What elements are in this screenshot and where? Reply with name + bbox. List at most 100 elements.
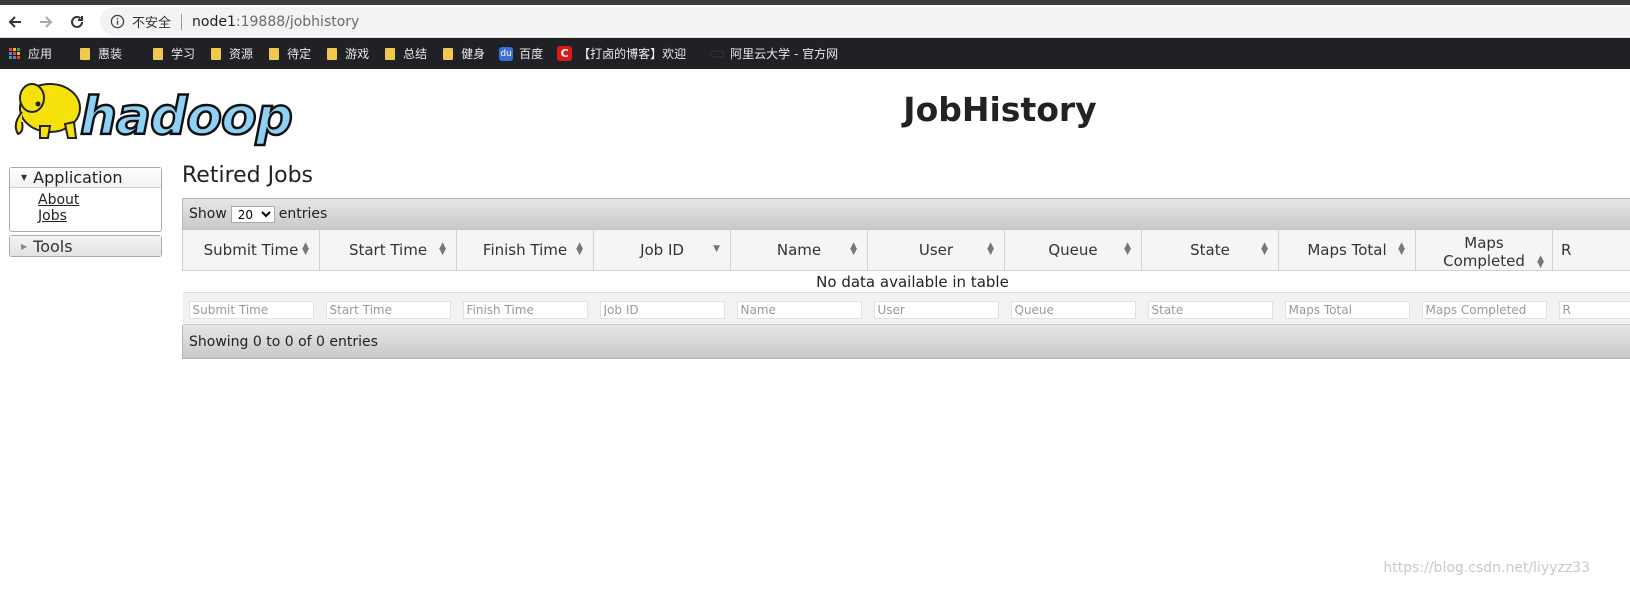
bookmark-folder[interactable]: 总结 — [385, 45, 427, 62]
filter-input-finish-time[interactable] — [462, 300, 588, 319]
aliyun-icon — [710, 49, 725, 58]
filter-input-name[interactable] — [736, 300, 862, 319]
column-header-finish-time[interactable]: Finish Time ▲ ▼ — [456, 229, 594, 271]
sidebar-nav: ▼ Application About Jobs ▶ Tools — [9, 167, 162, 260]
column-header-name[interactable]: Name ▲ ▼ — [730, 229, 868, 271]
page-size-select[interactable]: 20 — [230, 205, 275, 223]
info-icon[interactable] — [108, 13, 126, 31]
jobs-table-container: Show 20 entries Submit Time ▲ ▼ Start Time… — [182, 198, 1630, 359]
column-header-label: R — [1561, 241, 1572, 259]
table-info-bar: Showing 0 to 0 of 0 entries — [182, 325, 1630, 359]
column-header-maps-total[interactable]: Maps Total ▲ ▼ — [1278, 229, 1416, 271]
logo-wordmark: hadoop — [80, 87, 292, 147]
bookmark-folder[interactable]: 学习 — [153, 45, 195, 62]
forward-arrow-icon — [40, 16, 53, 28]
folder-icon — [327, 47, 338, 60]
hadoop-logo[interactable]: hadoop — [10, 74, 300, 148]
back-button[interactable] — [2, 9, 28, 35]
baidu-icon: du — [499, 46, 514, 61]
security-label[interactable]: 不安全 — [132, 12, 171, 31]
filter-input-reduces[interactable] — [1558, 300, 1630, 319]
column-header-maps-completed[interactable]: Maps Completed ▲ ▼ — [1415, 229, 1553, 271]
column-header-start-time[interactable]: Start Time ▲ ▼ — [319, 229, 457, 271]
sidebar-header-application[interactable]: ▼ Application — [10, 168, 161, 188]
column-header-reduces[interactable]: R — [1552, 229, 1630, 271]
column-header-label: Maps Total — [1307, 241, 1387, 259]
url-text[interactable]: node1:19888/jobhistory — [192, 14, 359, 30]
reload-button[interactable] — [64, 9, 90, 35]
url-host: node1 — [192, 13, 236, 30]
apps-grid-icon — [9, 48, 20, 59]
forward-button[interactable] — [33, 9, 59, 35]
folder-icon — [211, 47, 222, 60]
caret-down-icon: ▼ — [21, 173, 28, 182]
column-header-state[interactable]: State ▲ ▼ — [1141, 229, 1279, 271]
sidebar-link-about[interactable]: About — [38, 192, 161, 208]
filter-input-job-id[interactable] — [599, 300, 725, 319]
page-title: JobHistory — [903, 90, 1097, 129]
filter-input-state[interactable] — [1147, 300, 1273, 319]
caret-right-icon: ▶ — [21, 241, 28, 251]
sidebar-header-tools[interactable]: ▶ Tools — [10, 236, 161, 256]
filter-row — [182, 292, 1630, 325]
sidebar-link-jobs[interactable]: Jobs — [38, 208, 161, 224]
back-arrow-icon — [8, 16, 21, 28]
entries-label: entries — [278, 206, 328, 222]
sort-both-icon: ▲ ▼ — [439, 241, 446, 257]
bookmark-label: 游戏 — [345, 47, 370, 61]
bookmark-baidu[interactable]: du 百度 — [499, 45, 543, 62]
sort-desc-icon: ▼ — [713, 244, 720, 254]
sidebar-header-label: Tools — [33, 236, 73, 256]
column-header-label: Finish Time — [482, 241, 568, 259]
bookmark-label: 资源 — [229, 47, 254, 61]
column-header-submit-time[interactable]: Submit Time ▲ ▼ — [182, 229, 320, 271]
bookmark-folder[interactable]: 资源 — [211, 45, 253, 62]
table-header-row: Submit Time ▲ ▼ Start Time ▲ ▼ Finish Time ▲ ▼… — [182, 229, 1630, 271]
sidebar-section-application: ▼ Application About Jobs — [9, 167, 162, 232]
sort-both-icon: ▲ ▼ — [1124, 241, 1131, 257]
column-header-label: User — [918, 241, 954, 259]
filter-input-user[interactable] — [873, 300, 999, 319]
address-bar[interactable]: 不安全 node1:19888/jobhistory — [100, 7, 1630, 36]
bookmark-apps[interactable]: 应用 — [0, 45, 52, 62]
column-header-label: Queue — [1048, 241, 1098, 259]
bookmark-csdn[interactable]: C 【打卤的博客】欢迎 — [557, 45, 686, 62]
column-header-job-id[interactable]: Job ID ▼ — [593, 229, 731, 271]
bookmark-label: 惠装 — [98, 47, 123, 61]
column-header-queue[interactable]: Queue ▲ ▼ — [1004, 229, 1142, 271]
url-path: :19888/jobhistory — [235, 13, 360, 30]
folder-icon — [269, 47, 280, 60]
sort-both-icon: ▲ ▼ — [1261, 241, 1268, 257]
filter-input-start-time[interactable] — [325, 300, 451, 319]
column-header-label: Job ID — [640, 241, 684, 259]
reload-icon — [71, 15, 83, 28]
table-length-control: Show 20 entries — [182, 198, 1630, 229]
bookmark-label: 阿里云大学 - 官方网 — [730, 47, 839, 61]
sidebar-header-label: Application — [33, 168, 123, 187]
column-header-label: Name — [776, 241, 822, 259]
omnibox-divider — [181, 13, 183, 30]
show-label: Show — [189, 206, 227, 222]
filter-input-submit-time[interactable] — [188, 300, 314, 319]
watermark: https://blog.csdn.net/liyyzz33 — [1383, 560, 1590, 576]
browser-toolbar: 不安全 node1:19888/jobhistory — [0, 5, 1630, 38]
bookmark-folder[interactable]: 健身 — [443, 45, 485, 62]
column-header-label: State — [1190, 241, 1230, 259]
filter-input-queue[interactable] — [1010, 300, 1136, 319]
filter-input-maps-completed[interactable] — [1421, 300, 1547, 319]
bookmark-aliyun[interactable]: 阿里云大学 - 官方网 — [710, 45, 838, 62]
folder-icon — [153, 47, 164, 60]
bookmark-folder[interactable]: 惠装 — [80, 45, 122, 62]
folder-icon — [385, 47, 396, 60]
sort-both-icon: ▲ ▼ — [987, 241, 994, 257]
column-header-label: Maps Completed — [1443, 234, 1525, 270]
filter-input-maps-total[interactable] — [1284, 300, 1410, 319]
column-header-label: Submit Time — [203, 241, 299, 259]
bookmark-label: 百度 — [519, 47, 544, 61]
bookmark-folder[interactable]: 待定 — [269, 45, 311, 62]
bookmark-label: 应用 — [28, 47, 53, 61]
column-header-user[interactable]: User ▲ ▼ — [867, 229, 1005, 271]
bookmark-folder[interactable]: 游戏 — [327, 45, 369, 62]
table-info-text: Showing 0 to 0 of 0 entries — [189, 333, 378, 350]
sort-both-icon: ▲ ▼ — [1537, 254, 1544, 270]
